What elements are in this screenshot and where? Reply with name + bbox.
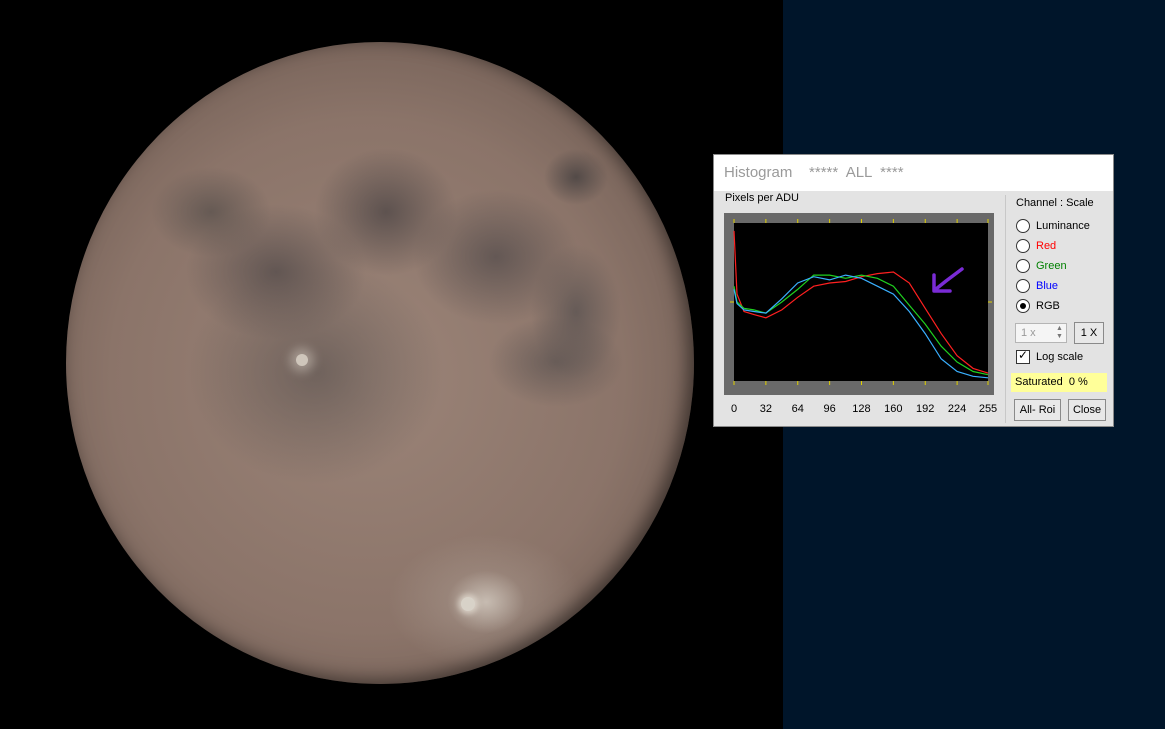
zoom-reset-button[interactable]: 1 X <box>1074 322 1104 344</box>
radio-green[interactable]: Green <box>1016 259 1106 277</box>
radio-button-selected[interactable] <box>1016 299 1030 313</box>
saturated-status: Saturated 0 % <box>1011 373 1107 392</box>
checkmark-icon: ✓ <box>1017 348 1029 362</box>
histogram-window: Histogram ***** ALL **** Pixels per ADU … <box>713 154 1114 427</box>
title-bar[interactable]: Histogram ***** ALL **** <box>714 155 1113 191</box>
radio-label: RGB <box>1036 300 1060 312</box>
channel-group: Channel : Scale Luminance Red Green Blue… <box>1005 195 1107 423</box>
zoom-spinbox[interactable]: 1 x ▲ ▼ <box>1015 323 1067 343</box>
histogram-plot-group: Pixels per ADU 0 32 64 96 128 160 192 224 255 <box>720 191 1006 415</box>
radio-red[interactable]: Red <box>1016 239 1106 257</box>
x-tick-label: 255 <box>978 403 998 415</box>
window-title: Histogram ***** ALL **** <box>724 164 904 181</box>
spin-down-icon[interactable]: ▼ <box>1054 333 1065 341</box>
zoom-value: 1 x <box>1021 327 1036 339</box>
spin-up-icon[interactable]: ▲ <box>1054 325 1065 333</box>
x-tick-label: 128 <box>852 403 871 415</box>
radio-label: Luminance <box>1036 220 1090 232</box>
plot-area <box>734 223 988 381</box>
histogram-client-area: Pixels per ADU 0 32 64 96 128 160 192 224 255 Ch… <box>714 191 1113 426</box>
log-scale-checkbox[interactable]: ✓ <box>1016 348 1030 364</box>
x-tick-label: 160 <box>884 403 903 415</box>
x-tick-label: 0 <box>730 403 738 415</box>
x-tick-label: 224 <box>947 403 967 415</box>
x-tick-label: 192 <box>916 403 935 415</box>
bright-crater <box>461 597 475 611</box>
histogram-plot <box>724 213 994 395</box>
x-tick-label: 32 <box>759 403 772 415</box>
radio-button[interactable] <box>1016 219 1030 233</box>
radio-button[interactable] <box>1016 239 1030 253</box>
radio-label: Green <box>1036 260 1067 272</box>
log-scale-label: Log scale <box>1036 351 1084 363</box>
x-tick-label: 96 <box>823 403 836 415</box>
moon-image-view <box>0 0 783 729</box>
moon-photo <box>66 42 694 684</box>
x-tick-label: 64 <box>791 403 804 415</box>
radio-luminance[interactable]: Luminance <box>1016 219 1106 237</box>
radio-label: Red <box>1036 240 1057 252</box>
radio-button[interactable] <box>1016 259 1030 273</box>
channel-header: Channel : Scale <box>1016 197 1094 209</box>
spin-arrows[interactable]: ▲ ▼ <box>1054 325 1065 341</box>
all-roi-button[interactable]: All- Roi <box>1014 399 1061 421</box>
radio-button[interactable] <box>1016 279 1030 293</box>
radio-label: Blue <box>1036 280 1059 292</box>
close-button[interactable]: Close <box>1068 399 1106 421</box>
y-axis-label: Pixels per ADU <box>725 192 799 204</box>
radio-rgb[interactable]: RGB <box>1016 299 1106 317</box>
radio-blue[interactable]: Blue <box>1016 279 1106 297</box>
bright-crater <box>296 354 308 366</box>
